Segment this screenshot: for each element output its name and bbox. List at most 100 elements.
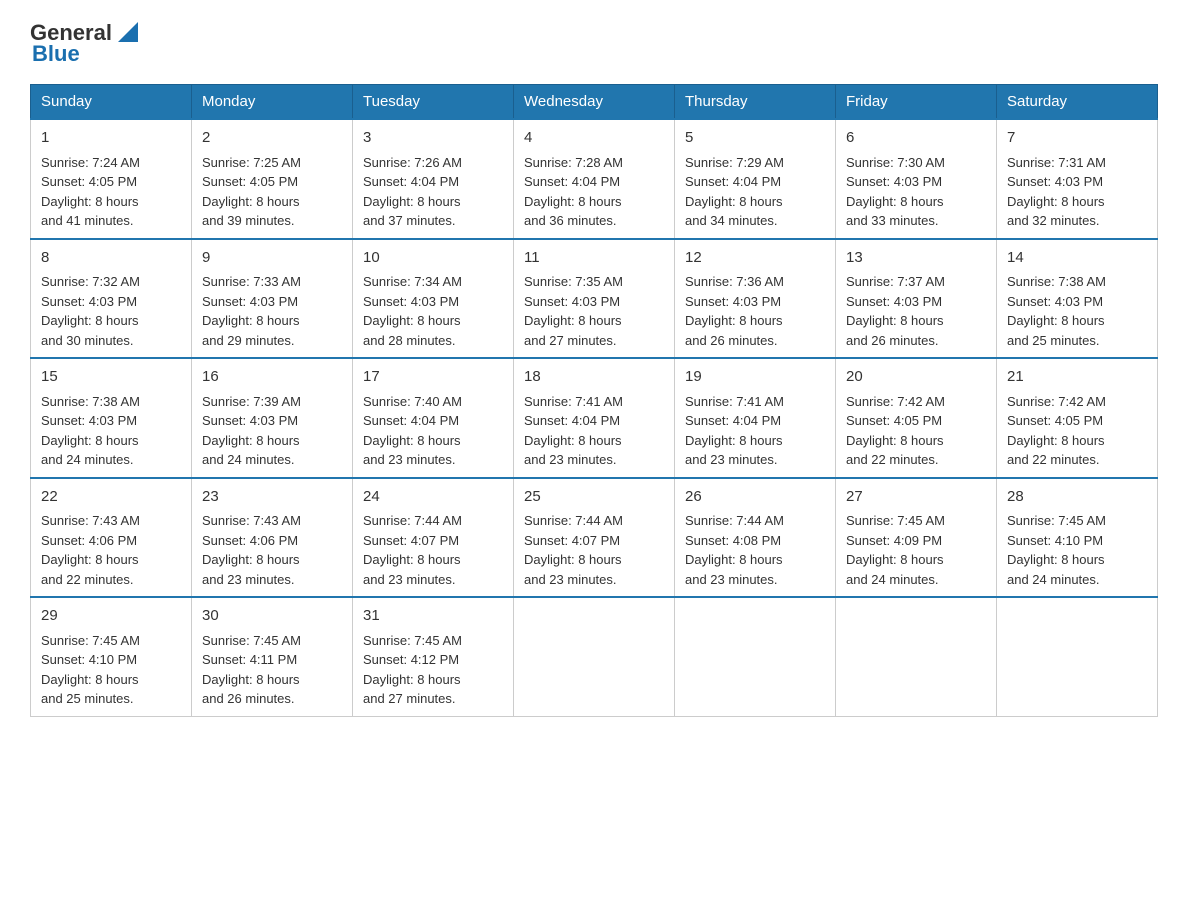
daylight-text: Daylight: 8 hours xyxy=(685,552,783,567)
sunrise-text: Sunrise: 7:38 AM xyxy=(1007,274,1106,289)
day-number: 28 xyxy=(1007,486,1147,509)
sunrise-text: Sunrise: 7:35 AM xyxy=(524,274,623,289)
daylight-text: Daylight: 8 hours xyxy=(363,194,461,209)
sunrise-text: Sunrise: 7:41 AM xyxy=(524,394,623,409)
column-header-friday: Friday xyxy=(836,85,997,120)
day-number: 24 xyxy=(363,486,503,509)
daylight-minutes: and 26 minutes. xyxy=(685,333,778,348)
daylight-text: Daylight: 8 hours xyxy=(1007,433,1105,448)
sunrise-text: Sunrise: 7:26 AM xyxy=(363,155,462,170)
calendar-cell: 9Sunrise: 7:33 AMSunset: 4:03 PMDaylight… xyxy=(192,239,353,359)
daylight-text: Daylight: 8 hours xyxy=(524,433,622,448)
daylight-minutes: and 22 minutes. xyxy=(41,572,134,587)
sunrise-text: Sunrise: 7:31 AM xyxy=(1007,155,1106,170)
sunrise-text: Sunrise: 7:25 AM xyxy=(202,155,301,170)
calendar-cell: 25Sunrise: 7:44 AMSunset: 4:07 PMDayligh… xyxy=(514,478,675,598)
day-number: 5 xyxy=(685,127,825,150)
column-header-tuesday: Tuesday xyxy=(353,85,514,120)
daylight-text: Daylight: 8 hours xyxy=(524,552,622,567)
sunrise-text: Sunrise: 7:32 AM xyxy=(41,274,140,289)
daylight-text: Daylight: 8 hours xyxy=(202,433,300,448)
day-number: 20 xyxy=(846,366,986,389)
sunset-text: Sunset: 4:04 PM xyxy=(363,413,459,428)
calendar-cell xyxy=(836,597,997,716)
daylight-minutes: and 23 minutes. xyxy=(685,452,778,467)
sunset-text: Sunset: 4:04 PM xyxy=(363,174,459,189)
sunset-text: Sunset: 4:09 PM xyxy=(846,533,942,548)
sunset-text: Sunset: 4:03 PM xyxy=(685,294,781,309)
calendar-cell: 28Sunrise: 7:45 AMSunset: 4:10 PMDayligh… xyxy=(997,478,1158,598)
sunset-text: Sunset: 4:06 PM xyxy=(41,533,137,548)
daylight-minutes: and 39 minutes. xyxy=(202,213,295,228)
sunrise-text: Sunrise: 7:43 AM xyxy=(41,513,140,528)
calendar-cell: 20Sunrise: 7:42 AMSunset: 4:05 PMDayligh… xyxy=(836,358,997,478)
daylight-text: Daylight: 8 hours xyxy=(1007,194,1105,209)
sunset-text: Sunset: 4:11 PM xyxy=(202,652,297,667)
sunrise-text: Sunrise: 7:44 AM xyxy=(363,513,462,528)
daylight-text: Daylight: 8 hours xyxy=(1007,313,1105,328)
calendar-cell xyxy=(514,597,675,716)
calendar-cell: 17Sunrise: 7:40 AMSunset: 4:04 PMDayligh… xyxy=(353,358,514,478)
sunrise-text: Sunrise: 7:45 AM xyxy=(846,513,945,528)
daylight-minutes: and 30 minutes. xyxy=(41,333,134,348)
daylight-text: Daylight: 8 hours xyxy=(363,672,461,687)
sunset-text: Sunset: 4:03 PM xyxy=(846,174,942,189)
day-number: 10 xyxy=(363,247,503,270)
sunrise-text: Sunrise: 7:36 AM xyxy=(685,274,784,289)
calendar-cell: 29Sunrise: 7:45 AMSunset: 4:10 PMDayligh… xyxy=(31,597,192,716)
sunrise-text: Sunrise: 7:44 AM xyxy=(685,513,784,528)
sunrise-text: Sunrise: 7:45 AM xyxy=(41,633,140,648)
sunrise-text: Sunrise: 7:33 AM xyxy=(202,274,301,289)
sunset-text: Sunset: 4:05 PM xyxy=(1007,413,1103,428)
calendar-cell: 1Sunrise: 7:24 AMSunset: 4:05 PMDaylight… xyxy=(31,119,192,239)
calendar-table: SundayMondayTuesdayWednesdayThursdayFrid… xyxy=(30,84,1158,717)
daylight-text: Daylight: 8 hours xyxy=(363,313,461,328)
daylight-minutes: and 23 minutes. xyxy=(685,572,778,587)
calendar-cell: 6Sunrise: 7:30 AMSunset: 4:03 PMDaylight… xyxy=(836,119,997,239)
daylight-minutes: and 22 minutes. xyxy=(1007,452,1100,467)
daylight-text: Daylight: 8 hours xyxy=(846,433,944,448)
daylight-text: Daylight: 8 hours xyxy=(685,194,783,209)
day-number: 19 xyxy=(685,366,825,389)
day-number: 18 xyxy=(524,366,664,389)
daylight-minutes: and 24 minutes. xyxy=(202,452,295,467)
sunrise-text: Sunrise: 7:34 AM xyxy=(363,274,462,289)
calendar-cell: 5Sunrise: 7:29 AMSunset: 4:04 PMDaylight… xyxy=(675,119,836,239)
calendar-cell: 26Sunrise: 7:44 AMSunset: 4:08 PMDayligh… xyxy=(675,478,836,598)
day-number: 8 xyxy=(41,247,181,270)
daylight-minutes: and 26 minutes. xyxy=(202,691,295,706)
day-number: 14 xyxy=(1007,247,1147,270)
sunrise-text: Sunrise: 7:29 AM xyxy=(685,155,784,170)
calendar-cell: 23Sunrise: 7:43 AMSunset: 4:06 PMDayligh… xyxy=(192,478,353,598)
calendar-cell: 22Sunrise: 7:43 AMSunset: 4:06 PMDayligh… xyxy=(31,478,192,598)
column-header-sunday: Sunday xyxy=(31,85,192,120)
day-number: 16 xyxy=(202,366,342,389)
sunset-text: Sunset: 4:05 PM xyxy=(846,413,942,428)
calendar-cell: 2Sunrise: 7:25 AMSunset: 4:05 PMDaylight… xyxy=(192,119,353,239)
day-number: 31 xyxy=(363,605,503,628)
daylight-minutes: and 27 minutes. xyxy=(524,333,617,348)
daylight-minutes: and 23 minutes. xyxy=(524,572,617,587)
calendar-cell: 3Sunrise: 7:26 AMSunset: 4:04 PMDaylight… xyxy=(353,119,514,239)
calendar-cell: 30Sunrise: 7:45 AMSunset: 4:11 PMDayligh… xyxy=(192,597,353,716)
sunrise-text: Sunrise: 7:41 AM xyxy=(685,394,784,409)
daylight-minutes: and 24 minutes. xyxy=(846,572,939,587)
daylight-minutes: and 28 minutes. xyxy=(363,333,456,348)
day-number: 29 xyxy=(41,605,181,628)
day-number: 30 xyxy=(202,605,342,628)
calendar-cell: 14Sunrise: 7:38 AMSunset: 4:03 PMDayligh… xyxy=(997,239,1158,359)
daylight-text: Daylight: 8 hours xyxy=(524,313,622,328)
daylight-minutes: and 23 minutes. xyxy=(363,572,456,587)
daylight-minutes: and 33 minutes. xyxy=(846,213,939,228)
daylight-minutes: and 23 minutes. xyxy=(202,572,295,587)
sunset-text: Sunset: 4:07 PM xyxy=(524,533,620,548)
sunset-text: Sunset: 4:03 PM xyxy=(846,294,942,309)
daylight-text: Daylight: 8 hours xyxy=(41,672,139,687)
sunset-text: Sunset: 4:03 PM xyxy=(41,413,137,428)
sunrise-text: Sunrise: 7:44 AM xyxy=(524,513,623,528)
daylight-minutes: and 29 minutes. xyxy=(202,333,295,348)
calendar-cell xyxy=(675,597,836,716)
sunrise-text: Sunrise: 7:45 AM xyxy=(363,633,462,648)
daylight-text: Daylight: 8 hours xyxy=(1007,552,1105,567)
calendar-week-row: 1Sunrise: 7:24 AMSunset: 4:05 PMDaylight… xyxy=(31,119,1158,239)
